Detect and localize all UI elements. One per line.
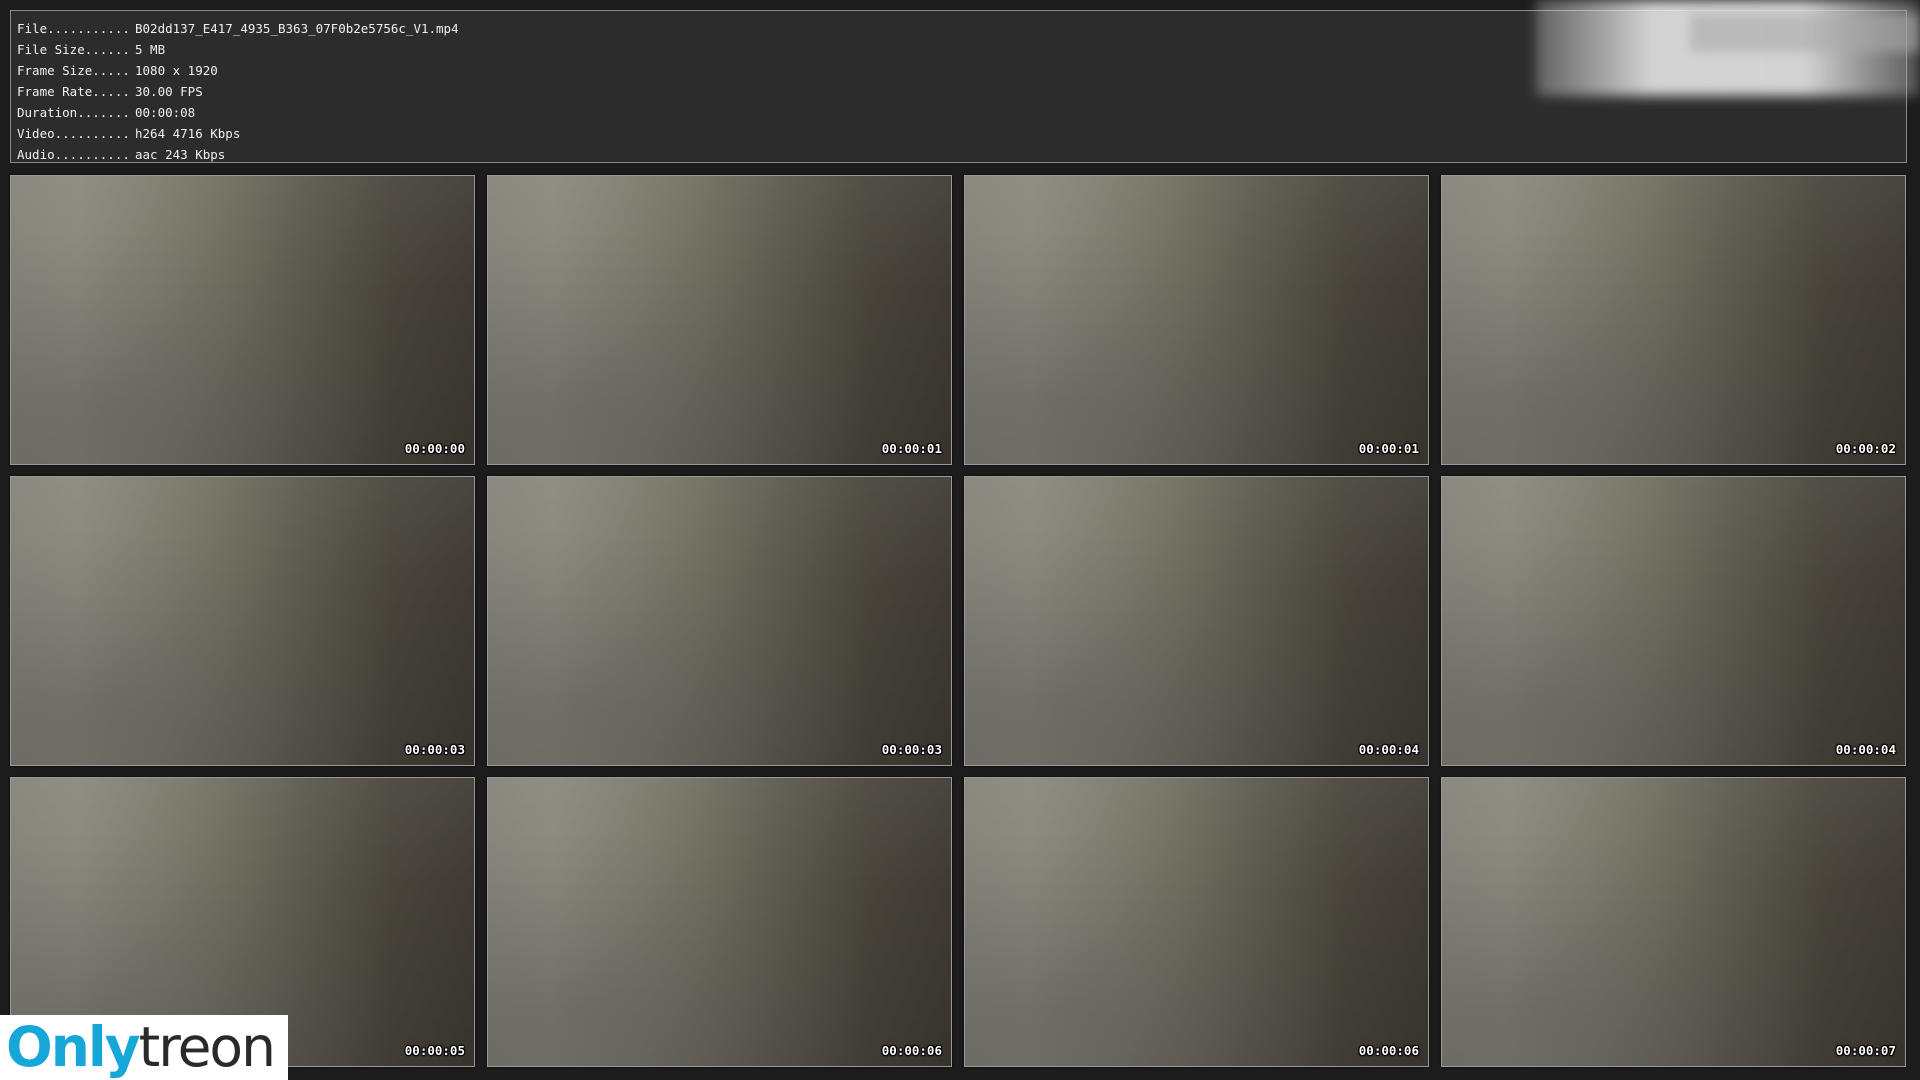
watermark-text: Onlytreon bbox=[6, 1015, 276, 1080]
watermark-text-dark: treon bbox=[138, 1015, 276, 1079]
info-label: File........... bbox=[17, 21, 130, 36]
info-label: Video.......... bbox=[17, 126, 130, 141]
thumbnail-timestamp: 00:00:06 bbox=[881, 1043, 942, 1058]
watermark-text-accent: Only bbox=[6, 1015, 141, 1079]
blurred-corner-overlay-inner bbox=[1690, 14, 1920, 52]
thumbnail[interactable]: 00:00:04 bbox=[1441, 476, 1906, 766]
info-row-audio: Audio.......... aac 243 Kbps bbox=[17, 144, 1906, 165]
thumbnail-timestamp: 00:00:01 bbox=[881, 441, 942, 456]
info-label: Frame Size..... bbox=[17, 63, 130, 78]
thumbnail-timestamp: 00:00:04 bbox=[1835, 742, 1896, 757]
info-label: Duration....... bbox=[17, 105, 130, 120]
thumbnail-grid: 00:00:00 00:00:01 00:00:01 00:00:02 00:0… bbox=[10, 175, 1910, 1068]
thumbnail[interactable]: 00:00:06 bbox=[487, 777, 952, 1067]
thumbnail[interactable]: 00:00:03 bbox=[10, 476, 475, 766]
info-label: Audio.......... bbox=[17, 147, 130, 162]
thumbnail-timestamp: 00:00:00 bbox=[404, 441, 465, 456]
thumbnail-timestamp: 00:00:05 bbox=[404, 1043, 465, 1058]
thumbnail[interactable]: 00:00:01 bbox=[487, 175, 952, 465]
thumbnail-timestamp: 00:00:06 bbox=[1358, 1043, 1419, 1058]
thumbnail-timestamp: 00:00:07 bbox=[1835, 1043, 1896, 1058]
info-value: B02dd137_E417_4935_B363_07F0b2e5756c_V1.… bbox=[135, 21, 459, 36]
info-value: 00:00:08 bbox=[135, 105, 196, 120]
thumbnail-timestamp: 00:00:03 bbox=[881, 742, 942, 757]
thumbnail[interactable]: 00:00:01 bbox=[964, 175, 1429, 465]
thumbnail[interactable]: 00:00:02 bbox=[1441, 175, 1906, 465]
thumbnail[interactable]: 00:00:06 bbox=[964, 777, 1429, 1067]
info-row-duration: Duration....... 00:00:08 bbox=[17, 102, 1906, 123]
thumbnail[interactable]: 00:00:07 bbox=[1441, 777, 1906, 1067]
info-value: h264 4716 Kbps bbox=[135, 126, 241, 141]
thumbnail[interactable]: 00:00:00 bbox=[10, 175, 475, 465]
thumbnail[interactable]: 00:00:04 bbox=[964, 476, 1429, 766]
info-label: File Size...... bbox=[17, 42, 130, 57]
info-row-video: Video.......... h264 4716 Kbps bbox=[17, 123, 1906, 144]
contact-sheet: File........... B02dd137_E417_4935_B363_0… bbox=[0, 0, 1920, 1080]
info-value: aac 243 Kbps bbox=[135, 147, 226, 162]
info-label: Frame Rate..... bbox=[17, 84, 130, 99]
thumbnail[interactable]: 00:00:03 bbox=[487, 476, 952, 766]
thumbnail-timestamp: 00:00:03 bbox=[404, 742, 465, 757]
thumbnail-timestamp: 00:00:02 bbox=[1835, 441, 1896, 456]
info-value: 30.00 FPS bbox=[135, 84, 203, 99]
watermark-logo: Onlytreon bbox=[0, 1015, 288, 1080]
thumbnail-timestamp: 00:00:01 bbox=[1358, 441, 1419, 456]
thumbnail-timestamp: 00:00:04 bbox=[1358, 742, 1419, 757]
info-value: 1080 x 1920 bbox=[135, 63, 218, 78]
info-value: 5 MB bbox=[135, 42, 166, 57]
